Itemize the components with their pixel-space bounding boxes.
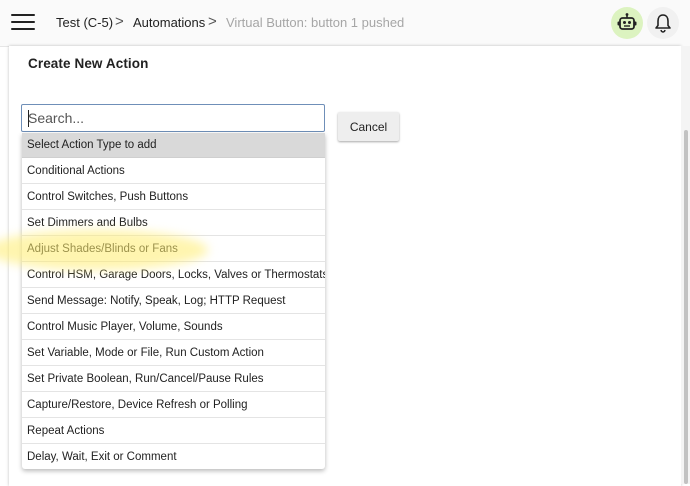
breadcrumb-hub[interactable]: Test (C-5) bbox=[56, 15, 113, 31]
breadcrumb-automations[interactable]: Automations bbox=[133, 15, 205, 31]
robot-button[interactable] bbox=[611, 7, 643, 39]
text-cursor bbox=[28, 110, 29, 127]
dropdown-option[interactable]: Delay, Wait, Exit or Comment bbox=[22, 445, 325, 469]
dropdown-option[interactable]: Set Variable, Mode or File, Run Custom A… bbox=[22, 341, 325, 366]
dropdown-option[interactable]: Control Switches, Push Buttons bbox=[22, 185, 325, 210]
robot-icon bbox=[617, 13, 637, 30]
menu-line bbox=[11, 28, 35, 30]
notifications-button[interactable] bbox=[647, 7, 679, 39]
dropdown-option[interactable]: Set Private Boolean, Run/Cancel/Pause Ru… bbox=[22, 367, 325, 392]
search-field[interactable] bbox=[21, 104, 325, 132]
scrollbar-thumb[interactable] bbox=[684, 130, 688, 484]
dropdown-option[interactable]: Control Music Player, Volume, Sounds bbox=[22, 315, 325, 340]
dropdown-option[interactable]: Capture/Restore, Device Refresh or Polli… bbox=[22, 393, 325, 418]
action-type-dropdown: Select Action Type to add Conditional Ac… bbox=[22, 133, 325, 469]
dropdown-option[interactable]: Control HSM, Garage Doors, Locks, Valves… bbox=[22, 263, 325, 288]
breadcrumb-separator: > bbox=[115, 13, 124, 30]
dropdown-option[interactable]: Set Dimmers and Bulbs bbox=[22, 211, 325, 236]
dropdown-option[interactable]: Repeat Actions bbox=[22, 419, 325, 444]
card-title: Create New Action bbox=[28, 56, 149, 71]
menu-line bbox=[11, 14, 35, 16]
breadcrumb-current-page: Virtual Button: button 1 pushed bbox=[226, 15, 405, 30]
search-input[interactable] bbox=[26, 108, 318, 128]
bell-icon bbox=[655, 14, 671, 33]
dropdown-option[interactable]: Adjust Shades/Blinds or Fans bbox=[22, 237, 325, 262]
dropdown-option[interactable]: Send Message: Notify, Speak, Log; HTTP R… bbox=[22, 289, 325, 314]
hamburger-menu-icon[interactable] bbox=[11, 14, 35, 32]
menu-line bbox=[11, 21, 35, 23]
breadcrumb-separator: > bbox=[208, 13, 217, 30]
cancel-button[interactable]: Cancel bbox=[338, 112, 399, 141]
dropdown-header: Select Action Type to add bbox=[22, 133, 325, 158]
dropdown-option[interactable]: Conditional Actions bbox=[22, 159, 325, 184]
